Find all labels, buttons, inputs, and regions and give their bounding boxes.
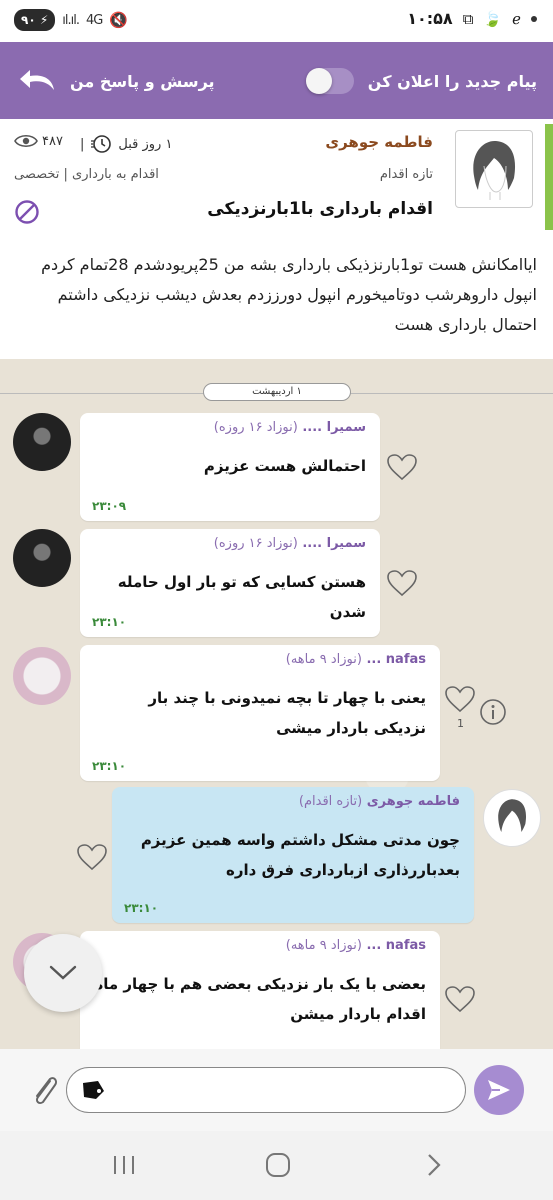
author-avatar[interactable] — [455, 130, 533, 208]
post-author-status: تازه اقدام — [379, 167, 433, 182]
sender-info: (نوزاد ۱۶ روزه) — [213, 420, 298, 435]
avatar[interactable] — [13, 529, 71, 587]
sender-name: nafas ... — [366, 652, 426, 667]
sender-info: (نوزاد ۹ ماهه) — [285, 652, 362, 667]
notify-label: پیام جدید را اعلان کن — [367, 71, 537, 91]
network-type: 4G — [85, 12, 103, 28]
message-bubble[interactable]: سمیرا .... (نوزاد ۱۶ روزه) هستن کسایی که… — [80, 529, 380, 637]
message-sender[interactable]: nafas ... (نوزاد ۹ ماهه) — [286, 938, 426, 953]
post-author[interactable]: فاطمه جوهری — [325, 133, 433, 151]
status-right: ۱۰:۵۸ ⧉ 🍃 ℯ — [407, 9, 537, 28]
message-sender[interactable]: فاطمه جوهری (تازه اقدام) — [299, 794, 460, 809]
screenshot-icon: ⧉ — [462, 9, 474, 28]
like-heart-icon[interactable] — [76, 843, 108, 871]
leaf-icon: 🍃 — [483, 9, 503, 28]
scroll-down-button[interactable] — [24, 934, 102, 1012]
like-heart-icon[interactable] — [386, 569, 418, 597]
send-icon — [488, 1080, 510, 1100]
send-button[interactable] — [474, 1065, 524, 1115]
clock-icon — [91, 135, 112, 153]
hair-avatar-icon — [498, 799, 527, 832]
sender-name: nafas ... — [366, 938, 426, 953]
message-composer — [0, 1049, 553, 1131]
notification-dot-icon — [531, 15, 537, 22]
signal-icon: ıl.ıl. — [62, 12, 80, 28]
report-block-icon[interactable] — [14, 199, 40, 225]
sender-name: سمیرا .... — [302, 420, 366, 435]
back-group[interactable]: پرسش و پاسخ من — [18, 68, 215, 94]
avatar[interactable] — [13, 413, 71, 471]
recents-icon — [114, 1156, 134, 1174]
paperclip-icon[interactable] — [28, 1071, 60, 1109]
message-time: ۲۳:۱۰ — [92, 759, 127, 773]
status-bar: ۹۰ ⚡ ıl.ıl. 4G 🔇 ۱۰:۵۸ ⧉ 🍃 ℯ — [0, 0, 553, 42]
home-button[interactable] — [258, 1149, 298, 1181]
post-time: ۱ روز قبل | — [80, 133, 172, 155]
back-arrow-icon[interactable] — [18, 68, 58, 94]
clock: ۱۰:۵۸ — [407, 9, 453, 28]
post-title: اقدام بارداری با1بارنزدیکی — [207, 199, 433, 219]
meta-divider: | — [80, 136, 85, 152]
message-time: ۲۳:۱۰ — [124, 901, 159, 915]
app-e-icon: ℯ — [512, 9, 521, 28]
like-heart-icon[interactable] — [386, 453, 418, 481]
recents-button[interactable] — [104, 1149, 144, 1181]
message-text: یعنی با چهار تا بچه نمیدونی با چند بار ن… — [148, 689, 426, 737]
message-time: ۲۳:۰۹ — [92, 499, 127, 513]
post-views: ۴۸۷ — [14, 133, 63, 149]
sender-info: (تازه اقدام) — [298, 794, 363, 809]
message-input[interactable] — [66, 1067, 466, 1113]
chevron-right-icon — [428, 1154, 441, 1176]
chevron-down-icon — [49, 965, 77, 980]
status-accent-bar — [545, 124, 553, 230]
message-bubble[interactable]: nafas ... (نوزاد ۹ ماهه) یعنی با چهار تا… — [80, 645, 440, 781]
info-icon[interactable] — [479, 698, 507, 726]
message-bubble[interactable]: سمیرا .... (نوزاد ۱۶ روزه) احتمالش هست ع… — [80, 413, 380, 521]
post-time-text: ۱ روز قبل — [118, 136, 173, 152]
sender-info: (نوزاد ۹ ماهه) — [285, 938, 362, 953]
message-text: چون مدتی مشکل داشتم واسه همین عزیزم بعدب… — [140, 831, 460, 879]
post-views-count: ۴۸۷ — [42, 133, 63, 149]
avatar[interactable] — [483, 789, 541, 847]
post-body: ایاامکانش هست تو1بارنزذیکی بارداری بشه م… — [41, 255, 537, 334]
message-text: هستن کسایی که تو بار اول حامله شدن — [117, 573, 366, 621]
message-sender[interactable]: سمیرا .... (نوزاد ۱۶ روزه) — [214, 536, 366, 551]
message-time: ۲۳:۱۰ — [92, 615, 127, 629]
message-bubble[interactable]: nafas ... (نوزاد ۹ ماهه) بعضی با یک بار … — [80, 931, 440, 1049]
message-sender[interactable]: سمیرا .... (نوزاد ۱۶ روزه) — [214, 420, 366, 435]
message-text: بعضی با یک بار نزدیکی بعضی هم با چهار ما… — [94, 975, 426, 1023]
question-card: فاطمه جوهری تازه اقدام اقدام بارداری با1… — [0, 119, 553, 359]
sticker-icon[interactable] — [80, 1079, 106, 1101]
page-title: پرسش و پاسخ من — [70, 71, 215, 91]
sender-info: (نوزاد ۱۶ روزه) — [213, 536, 298, 551]
hair-avatar-icon — [473, 140, 516, 200]
notify-toggle[interactable] — [305, 68, 354, 94]
message-bubble-own[interactable]: فاطمه جوهری (تازه اقدام) چون مدتی مشکل د… — [112, 787, 474, 923]
status-left: ۹۰ ⚡ ıl.ıl. 4G 🔇 — [14, 9, 128, 31]
battery-indicator: ۹۰ ⚡ — [14, 9, 56, 31]
post-categories: اقدام به بارداری | تخصصی — [14, 167, 159, 182]
message-sender[interactable]: nafas ... (نوزاد ۹ ماهه) — [286, 652, 426, 667]
system-nav-bar — [0, 1131, 553, 1200]
eye-icon — [14, 134, 38, 148]
avatar[interactable] — [13, 647, 71, 705]
notify-toggle-group: پیام جدید را اعلان کن — [305, 68, 537, 94]
sender-name: فاطمه جوهری — [366, 794, 460, 809]
back-nav-button[interactable] — [414, 1149, 454, 1181]
date-chip: ۱ اردیبهشت — [203, 383, 351, 401]
like-heart-icon[interactable] — [444, 685, 476, 713]
like-heart-icon[interactable] — [444, 985, 476, 1013]
home-icon — [266, 1153, 290, 1177]
sender-name: سمیرا .... — [302, 536, 366, 551]
message-text: احتمالش هست عزیزم — [203, 457, 366, 475]
mute-icon: 🔇 — [109, 11, 129, 29]
app-header: پیام جدید را اعلان کن پرسش و پاسخ من — [0, 42, 553, 119]
toggle-knob — [305, 68, 332, 94]
battery-level: ۹۰ — [21, 13, 36, 27]
like-count: 1 — [457, 717, 464, 730]
